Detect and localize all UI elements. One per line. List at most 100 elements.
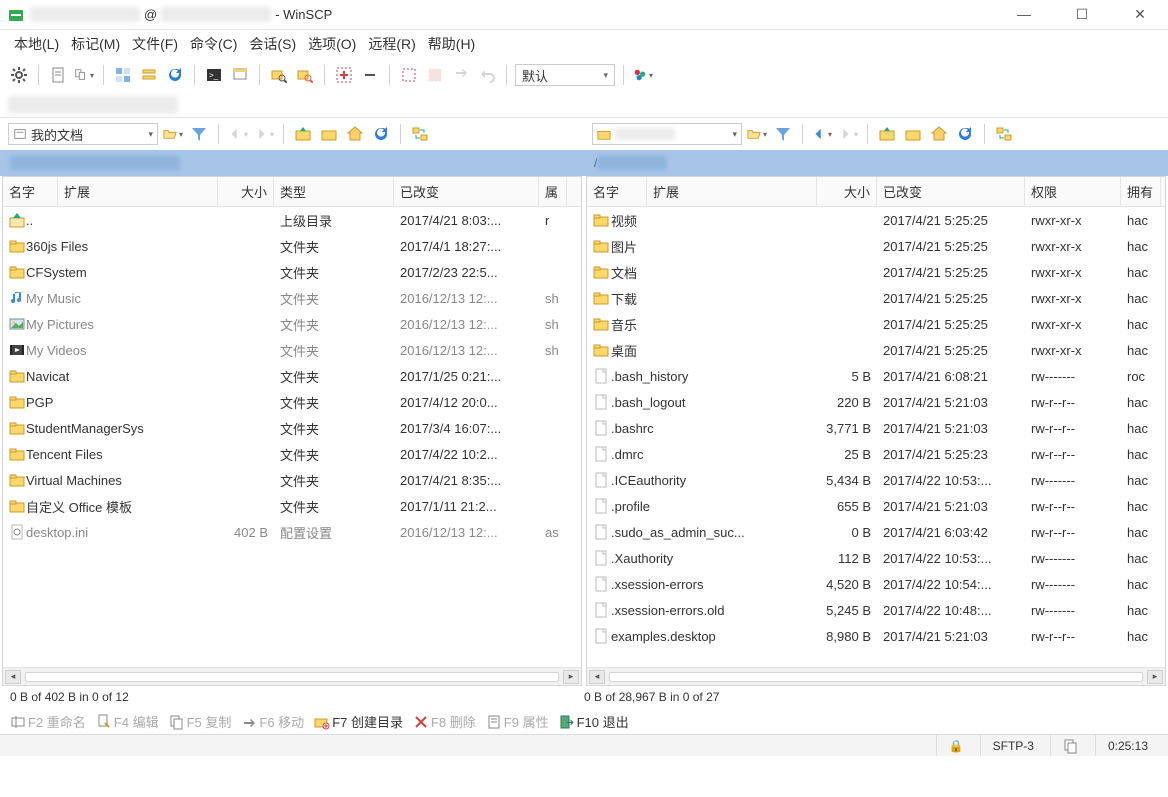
menu-item[interactable]: 标记(M) (67, 31, 124, 57)
col-ext[interactable]: 扩展 (58, 177, 218, 206)
table-row[interactable]: My Videos文件夹2016/12/13 12:...sh (3, 337, 581, 363)
menu-item[interactable]: 会话(S) (245, 31, 300, 57)
find-local-icon[interactable] (268, 64, 290, 86)
undo-icon[interactable] (476, 64, 498, 86)
table-row[interactable]: .profile655 B2017/4/21 5:21:03rw-r--r--h… (587, 493, 1165, 519)
open-folder-icon[interactable] (746, 123, 768, 145)
table-row[interactable]: ..上级目录2017/4/21 8:03:...r (3, 207, 581, 233)
menu-item[interactable]: 远程(R) (364, 31, 419, 57)
back-icon[interactable] (811, 123, 833, 145)
col-size[interactable]: 大小 (817, 177, 877, 206)
sync-browse-icon[interactable] (993, 123, 1015, 145)
minimize-button[interactable]: — (1004, 6, 1044, 23)
menu-item[interactable]: 选项(O) (304, 31, 360, 57)
local-path[interactable]: x (0, 150, 584, 176)
table-row[interactable]: 下载2017/4/21 5:25:25rwxr-xr-xhac (587, 285, 1165, 311)
menu-item[interactable]: 文件(F) (128, 31, 182, 57)
col-changed[interactable]: 已改变 (877, 177, 1025, 206)
swap-icon[interactable] (450, 64, 472, 86)
back-icon[interactable] (227, 123, 249, 145)
session-tab-obscured[interactable]: x (8, 96, 178, 114)
queue-icon[interactable] (138, 64, 160, 86)
col-name[interactable]: 名字 (3, 177, 58, 206)
col-owner[interactable]: 拥有 (1121, 177, 1161, 206)
table-row[interactable]: 音乐2017/4/21 5:25:25rwxr-xr-xhac (587, 311, 1165, 337)
home-icon[interactable] (344, 123, 366, 145)
up-folder-icon[interactable] (876, 123, 898, 145)
cell-perm: rw-r--r-- (1025, 623, 1121, 649)
forward-icon[interactable] (837, 123, 859, 145)
table-row[interactable]: .bashrc3,771 B2017/4/21 5:21:03rw-r--r--… (587, 415, 1165, 441)
table-row[interactable]: .bash_history5 B2017/4/21 6:08:21rw-----… (587, 363, 1165, 389)
forward-icon[interactable] (253, 123, 275, 145)
local-scrollbar[interactable]: ◂▸ (3, 667, 581, 685)
table-row[interactable]: My Pictures文件夹2016/12/13 12:...sh (3, 311, 581, 337)
table-row[interactable]: .ICEauthority5,434 B2017/4/22 10:53:...r… (587, 467, 1165, 493)
find-remote-icon[interactable] (294, 64, 316, 86)
table-row[interactable]: 360js Files文件夹2017/4/1 18:27:... (3, 233, 581, 259)
col-ext[interactable]: 扩展 (647, 177, 817, 206)
col-name[interactable]: 名字 (587, 177, 647, 206)
maximize-button[interactable]: ☐ (1062, 6, 1102, 23)
home-icon[interactable] (928, 123, 950, 145)
table-row[interactable]: StudentManagerSys文件夹2017/3/4 16:07:... (3, 415, 581, 441)
local-drive-combo[interactable]: 我的文档 ▾ (8, 123, 158, 145)
table-row[interactable]: examples.desktop8,980 B2017/4/21 5:21:03… (587, 623, 1165, 649)
putty-icon[interactable] (229, 64, 251, 86)
refresh-icon[interactable] (370, 123, 392, 145)
remote-path[interactable]: /x (584, 150, 1168, 176)
docsplit-icon[interactable] (73, 64, 95, 86)
table-row[interactable]: .xsession-errors.old5,245 B2017/4/22 10:… (587, 597, 1165, 623)
open-folder-icon[interactable] (162, 123, 184, 145)
remote-drive-combo[interactable]: x ▾ (592, 123, 742, 145)
sel-none-icon[interactable] (398, 64, 420, 86)
table-row[interactable]: 视频2017/4/21 5:25:25rwxr-xr-xhac (587, 207, 1165, 233)
table-row[interactable]: .Xauthority112 B2017/4/22 10:53:...rw---… (587, 545, 1165, 571)
menu-item[interactable]: 帮助(H) (424, 31, 479, 57)
table-row[interactable]: 桌面2017/4/21 5:25:25rwxr-xr-xhac (587, 337, 1165, 363)
refresh-icon[interactable] (164, 64, 186, 86)
sync-browse-icon[interactable] (409, 123, 431, 145)
table-row[interactable]: CFSystem文件夹2017/2/23 22:5... (3, 259, 581, 285)
table-row[interactable]: Navicat文件夹2017/1/25 0:21:... (3, 363, 581, 389)
minus-icon[interactable] (359, 64, 381, 86)
up-folder-icon[interactable] (292, 123, 314, 145)
table-row[interactable]: desktop.ini402 B配置设置2016/12/13 12:...as (3, 519, 581, 545)
transfer-preset-dropdown[interactable]: 默认 ▾ (515, 64, 615, 86)
table-row[interactable]: 自定义 Office 模板文件夹2017/1/11 21:2... (3, 493, 581, 519)
table-row[interactable]: Tencent Files文件夹2017/4/22 10:2... (3, 441, 581, 467)
table-row[interactable]: .sudo_as_admin_suc...0 B2017/4/21 6:03:4… (587, 519, 1165, 545)
col-attr[interactable]: 属 (539, 177, 567, 206)
fn-f7[interactable]: F7 创建目录 (314, 712, 403, 731)
table-row[interactable]: PGP文件夹2017/4/12 20:0... (3, 389, 581, 415)
filter-icon[interactable] (772, 123, 794, 145)
table-row[interactable]: Virtual Machines文件夹2017/4/21 8:35:... (3, 467, 581, 493)
table-row[interactable]: 图片2017/4/21 5:25:25rwxr-xr-xhac (587, 233, 1165, 259)
tile-icon[interactable] (112, 64, 134, 86)
status-pages-icon[interactable] (1050, 735, 1091, 756)
gear-icon[interactable] (8, 64, 30, 86)
menu-item[interactable]: 本地(L) (10, 31, 63, 57)
table-row[interactable]: .bash_logout220 B2017/4/21 5:21:03rw-r--… (587, 389, 1165, 415)
sel-all-icon[interactable] (424, 64, 446, 86)
terminal-icon[interactable]: >_ (203, 64, 225, 86)
session-color-icon[interactable] (632, 64, 654, 86)
table-row[interactable]: My Music文件夹2016/12/13 12:...sh (3, 285, 581, 311)
root-folder-icon[interactable] (902, 123, 924, 145)
table-row[interactable]: .xsession-errors4,520 B2017/4/22 10:54:.… (587, 571, 1165, 597)
table-row[interactable]: .dmrc25 B2017/4/21 5:25:23rw-r--r--hac (587, 441, 1165, 467)
plus-grid-icon[interactable] (333, 64, 355, 86)
col-changed[interactable]: 已改变 (394, 177, 539, 206)
table-row[interactable]: 文档2017/4/21 5:25:25rwxr-xr-xhac (587, 259, 1165, 285)
fn-f10[interactable]: F10 退出 (559, 712, 629, 731)
filter-icon[interactable] (188, 123, 210, 145)
remote-scrollbar[interactable]: ◂▸ (587, 667, 1165, 685)
close-button[interactable]: ✕ (1120, 6, 1160, 23)
col-size[interactable]: 大小 (218, 177, 274, 206)
doc-icon[interactable] (47, 64, 69, 86)
col-perm[interactable]: 权限 (1025, 177, 1121, 206)
menu-item[interactable]: 命令(C) (186, 31, 241, 57)
refresh-icon[interactable] (954, 123, 976, 145)
col-type[interactable]: 类型 (274, 177, 394, 206)
root-folder-icon[interactable] (318, 123, 340, 145)
